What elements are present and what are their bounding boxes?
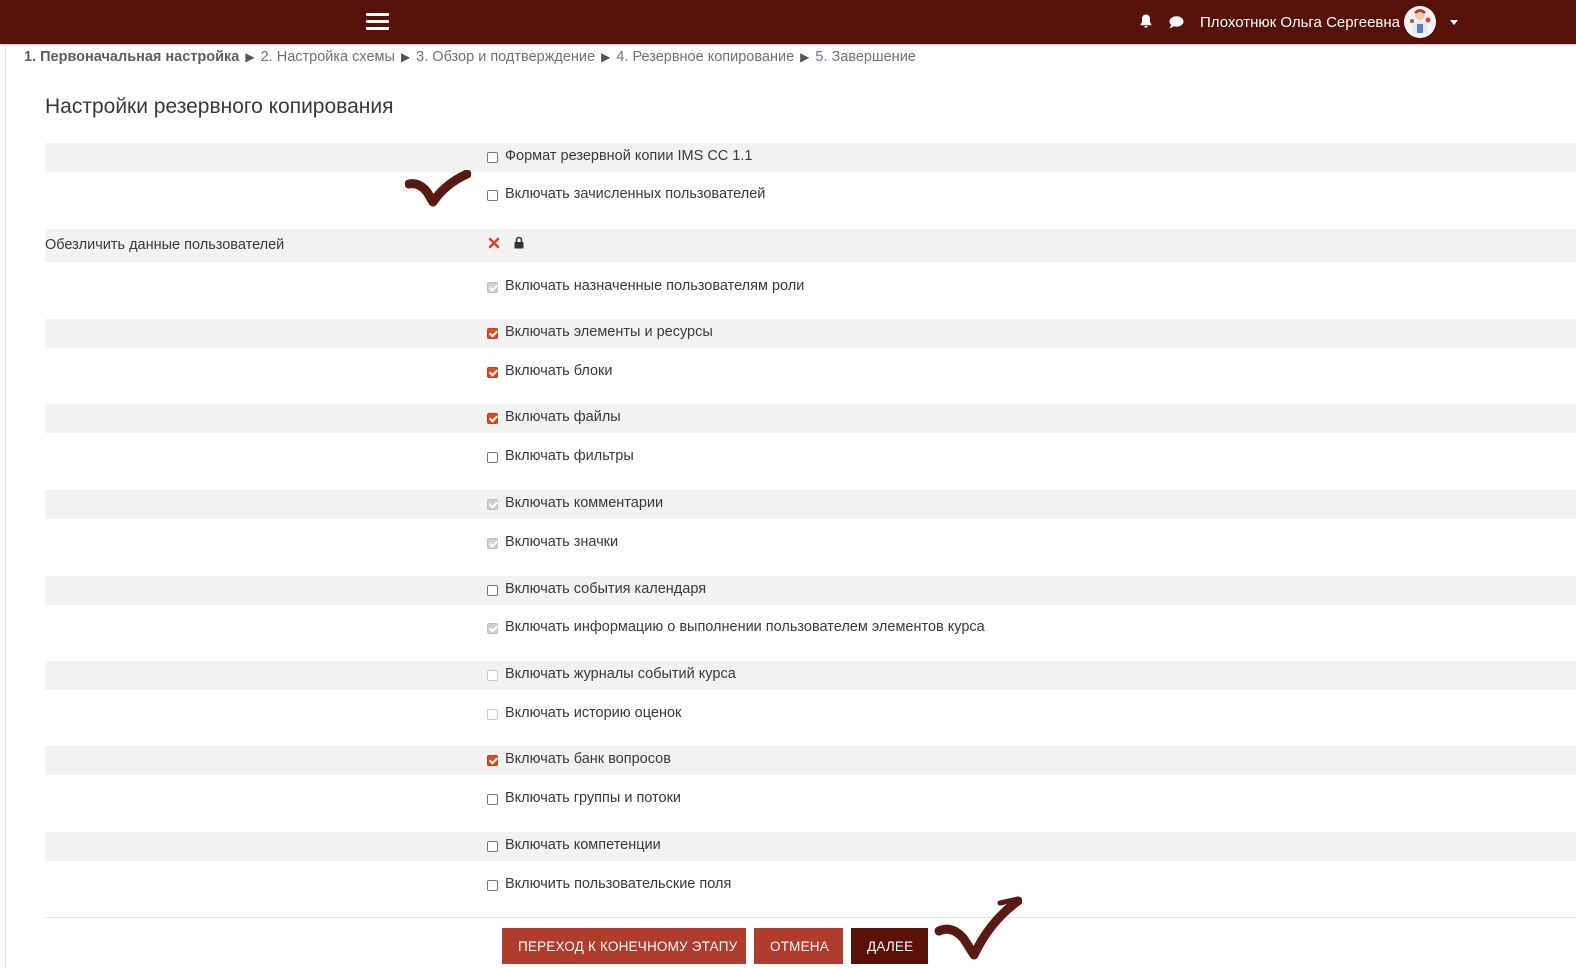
- setting-option-label: Включать банк вопросов: [505, 751, 671, 767]
- cancel-button[interactable]: Отмена: [754, 928, 843, 964]
- setting-row-anonymize: Обезличить данные пользователей: [45, 229, 1576, 262]
- caret-down-icon: [1450, 19, 1459, 25]
- include-activities-checkbox[interactable]: [487, 328, 498, 339]
- setting-row-completion: Включать информацию о выполнении пользов…: [45, 614, 1576, 643]
- next-button[interactable]: Далее: [851, 928, 928, 964]
- include-filters-checkbox[interactable]: [487, 452, 498, 463]
- setting-row-filters: Включать фильтры: [45, 443, 1576, 472]
- form-divider: [45, 917, 1576, 918]
- breadcrumb-separator: ▶: [245, 50, 255, 64]
- cross-icon: [488, 237, 500, 249]
- breadcrumb-step-1: 1. Первоначальная настройка: [24, 49, 240, 65]
- setting-option-label: Включать группы и потоки: [505, 790, 682, 806]
- setting-option-label: Включать значки: [505, 534, 619, 550]
- include-grade-history-checkbox[interactable]: [487, 709, 498, 720]
- include-groups-checkbox[interactable]: [487, 794, 498, 805]
- setting-option-label: Включать назначенные пользователям роли: [505, 278, 805, 294]
- setting-row-files: Включать файлы: [45, 404, 1576, 433]
- bell-icon[interactable]: [1138, 13, 1154, 29]
- setting-row-grade-history: Включать историю оценок: [45, 700, 1576, 729]
- include-custom-fields-checkbox[interactable]: [487, 880, 498, 891]
- breadcrumb-separator: ▶: [800, 50, 810, 64]
- user-avatar-icon: [1404, 6, 1437, 38]
- backup-steps-breadcrumb: 1. Первоначальная настройка ▶ 2. Настрой…: [24, 49, 916, 65]
- breadcrumb-separator: ▶: [400, 50, 411, 64]
- skip-to-final-step-button[interactable]: Переход к конечному этапу: [502, 928, 746, 964]
- page-title: Настройки резервного копирования: [45, 95, 394, 118]
- setting-option-label: Включать блоки: [505, 363, 613, 379]
- setting-row-logs: Включать журналы событий курса: [45, 661, 1576, 690]
- setting-option-label: Включать фильтры: [505, 448, 634, 464]
- include-completion-checkbox[interactable]: [487, 623, 498, 634]
- setting-option-label: Включать события календаря: [505, 581, 707, 597]
- page-left-border: [5, 44, 6, 968]
- setting-option-label: Включать информацию о выполнении пользов…: [505, 619, 985, 635]
- include-logs-checkbox[interactable]: [487, 670, 498, 681]
- include-question-bank-checkbox[interactable]: [487, 755, 498, 766]
- setting-row-calendar: Включать события календаря: [45, 576, 1576, 605]
- annotation-checkmark-icon: [934, 896, 1022, 960]
- include-users-checkbox[interactable]: [487, 190, 498, 201]
- setting-row-custom-fields: Включить пользовательские поля: [45, 871, 1576, 900]
- lock-icon: [514, 236, 524, 249]
- setting-row-comments: Включать комментарии: [45, 490, 1576, 519]
- breadcrumb-step-5: 5. Завершение: [815, 49, 916, 65]
- setting-option-label: Включать историю оценок: [505, 705, 682, 721]
- include-calendar-checkbox[interactable]: [487, 585, 498, 596]
- top-navbar: Плохотнюк Ольга Сергеевна: [0, 0, 1576, 44]
- anonymize-label: Обезличить данные пользователей: [45, 237, 285, 253]
- hamburger-menu-icon[interactable]: [366, 13, 389, 31]
- annotation-checkmark-icon: [405, 170, 471, 207]
- chat-bubble-icon[interactable]: [1168, 14, 1185, 30]
- breadcrumb-step-2: 2. Настройка схемы: [260, 49, 395, 65]
- include-comments-checkbox[interactable]: [487, 499, 498, 510]
- user-menu[interactable]: Плохотнюк Ольга Сергеевна: [1200, 5, 1459, 39]
- imscc-format-checkbox[interactable]: [487, 152, 498, 163]
- setting-option-label: Включать зачисленных пользователей: [505, 186, 766, 202]
- setting-row-role-assignments: Включать назначенные пользователям роли: [45, 273, 1576, 302]
- setting-option-label: Включать журналы событий курса: [505, 666, 736, 682]
- setting-option-label: Включать элементы и ресурсы: [505, 324, 713, 340]
- include-blocks-checkbox[interactable]: [487, 367, 498, 378]
- setting-option-label: Формат резервной копии IMS CC 1.1: [505, 148, 753, 164]
- include-badges-checkbox[interactable]: [487, 538, 498, 549]
- setting-option-label: Включать компетенции: [505, 837, 661, 853]
- setting-row-imscc: Формат резервной копии IMS CC 1.1: [45, 143, 1576, 172]
- setting-row-groups: Включать группы и потоки: [45, 785, 1576, 814]
- include-competencies-checkbox[interactable]: [487, 841, 498, 852]
- breadcrumb-step-3: 3. Обзор и подтверждение: [416, 49, 596, 65]
- setting-row-competencies: Включать компетенции: [45, 832, 1576, 861]
- setting-option-label: Включить пользовательские поля: [505, 876, 732, 892]
- breadcrumb-separator: ▶: [601, 50, 611, 64]
- setting-row-question-bank: Включать банк вопросов: [45, 746, 1576, 775]
- user-name: Плохотнюк Ольга Сергеевна: [1200, 13, 1401, 31]
- include-roles-checkbox[interactable]: [487, 282, 498, 293]
- setting-row-badges: Включать значки: [45, 529, 1576, 558]
- setting-row-activities: Включать элементы и ресурсы: [45, 319, 1576, 348]
- setting-row-blocks: Включать блоки: [45, 358, 1576, 387]
- include-files-checkbox[interactable]: [487, 413, 498, 424]
- setting-row-users: Включать зачисленных пользователей: [45, 181, 1576, 210]
- setting-option-label: Включать файлы: [505, 409, 621, 425]
- setting-option-label: Включать комментарии: [505, 495, 664, 511]
- breadcrumb-step-4: 4. Резервное копирование: [616, 49, 795, 65]
